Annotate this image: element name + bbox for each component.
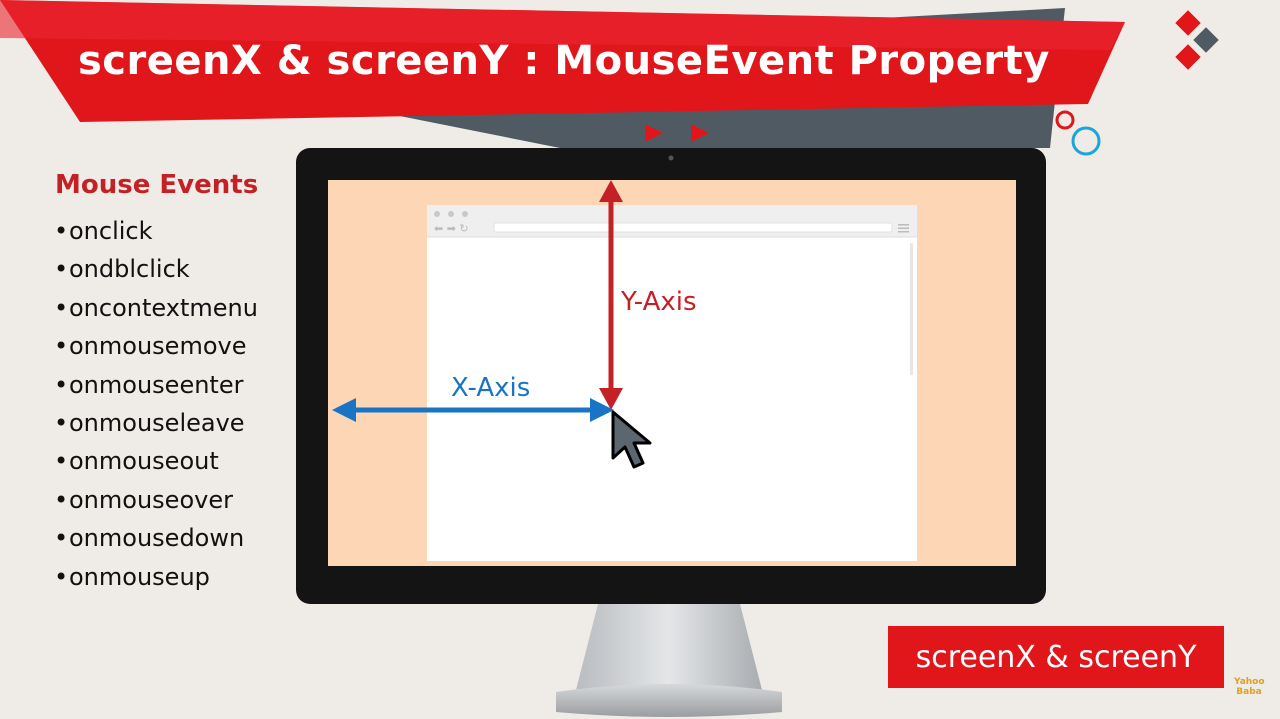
browser-menu-icon (898, 224, 909, 233)
y-axis-label: Y-Axis (621, 287, 697, 317)
topic-badge: screenX & screenY (888, 626, 1224, 688)
webcam-icon (668, 155, 674, 161)
monitor-illustration: ⬅ ➡ ↻ (296, 148, 1046, 717)
channel-logo: Yahoo Baba (1234, 677, 1265, 697)
x-axis-label: X-Axis (451, 373, 531, 403)
monitor-stand (556, 604, 782, 717)
svg-text:⬅ ➡ ↻: ⬅ ➡ ↻ (434, 222, 469, 235)
browser-scrollbar (910, 243, 913, 375)
